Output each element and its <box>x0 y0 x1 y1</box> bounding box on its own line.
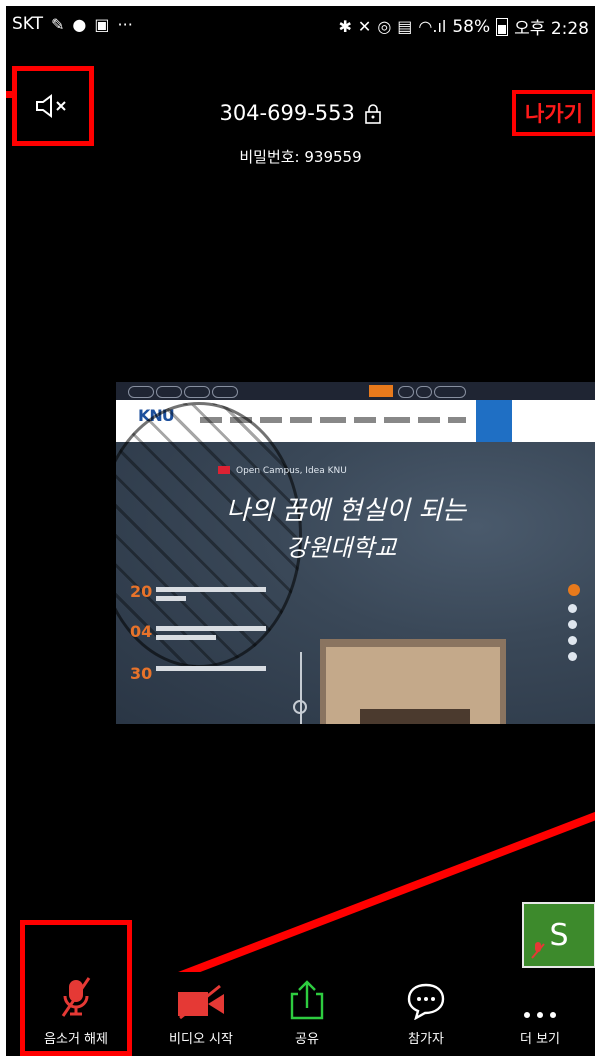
more-button[interactable]: 더 보기 <box>492 972 588 1056</box>
participant-initial: S <box>549 917 569 953</box>
shared-site-hero: Open Campus, Idea KNU 나의 꿈에 현실이 되는 강원대학교… <box>116 402 595 724</box>
news-date: 04 <box>130 622 153 641</box>
meeting-screen: SKT ✎ ● ▣ ··· ✱ ✕ ◎ ▤ ◠.ıl 58% 오후 2:28 3… <box>6 6 595 1056</box>
participants-label: 참가자 <box>408 1032 444 1047</box>
lock-icon <box>364 104 381 124</box>
shared-site-topbar <box>116 382 595 400</box>
hero-tagline: Open Campus, Idea KNU <box>236 466 347 476</box>
status-time: 오후 2:28 <box>514 19 589 39</box>
video-off-icon <box>178 984 224 1020</box>
news-photo <box>320 639 506 724</box>
chat-bubble-icon: ● <box>72 14 87 34</box>
leave-button[interactable]: 나가기 <box>512 90 595 136</box>
wifi-signal-icon: ◠.ıl <box>418 17 447 36</box>
news-date: 20 <box>130 582 153 601</box>
alarm-icon: ◎ <box>377 17 392 36</box>
start-video-button[interactable]: 비디오 시작 <box>146 972 256 1056</box>
mic-muted-small-icon <box>531 942 545 959</box>
mute-status-icon: ✕ <box>357 17 372 36</box>
share-button[interactable]: 공유 <box>262 972 352 1056</box>
shared-site-login <box>476 400 512 442</box>
carrier-label: SKT <box>12 14 44 34</box>
battery-icon <box>496 17 509 36</box>
participants-button[interactable]: 참가자 <box>376 972 476 1056</box>
share-icon <box>290 980 324 1020</box>
bluetooth-icon: ✱ <box>338 17 352 36</box>
image-icon: ▣ <box>94 14 110 34</box>
meeting-id-text: 304-699-553 <box>219 101 355 125</box>
overflow-dots-icon: ··· <box>117 14 133 34</box>
share-label: 공유 <box>295 1032 319 1047</box>
shared-screen: KNU Open Campus, Idea KNU 나의 꿈에 현실이 되는 강… <box>116 382 595 724</box>
unmute-highlight-box <box>20 920 132 1056</box>
hero-title-line1: 나의 꿈에 현실이 되는 <box>226 496 467 526</box>
meeting-password: 비밀번호: 939559 <box>239 148 362 166</box>
more-icon <box>524 1012 556 1018</box>
participants-chat-icon <box>407 983 445 1020</box>
volte-icon: ▤ <box>397 17 413 36</box>
participant-thumbnail[interactable]: S <box>522 902 595 968</box>
hero-title-line2: 강원대학교 <box>286 534 397 562</box>
meeting-id: 304-699-553 <box>6 101 595 125</box>
start-video-label: 비디오 시작 <box>169 1032 233 1047</box>
news-date: 30 <box>130 664 153 683</box>
pen-icon: ✎ <box>51 14 65 34</box>
status-bar: SKT ✎ ● ▣ ··· ✱ ✕ ◎ ▤ ◠.ıl 58% 오후 2:28 <box>6 6 595 46</box>
more-label: 더 보기 <box>519 1032 560 1047</box>
battery-percent: 58% <box>452 16 491 37</box>
